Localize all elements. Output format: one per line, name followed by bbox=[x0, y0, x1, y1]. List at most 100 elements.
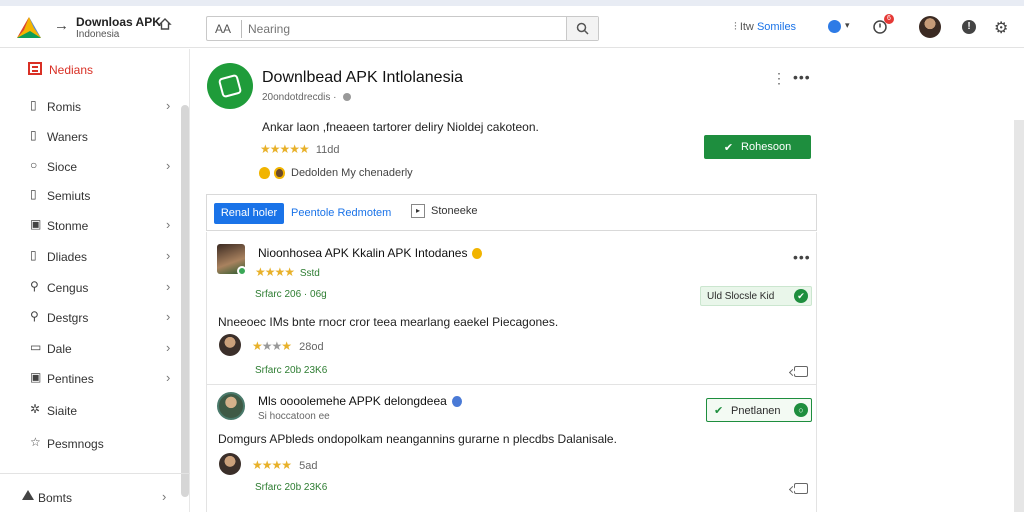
status-badge-label: Pnetlanen bbox=[731, 405, 781, 417]
check-icon: ✔ bbox=[723, 141, 734, 154]
search-input[interactable] bbox=[241, 20, 561, 38]
chevron-right-icon: › bbox=[166, 340, 171, 355]
app-logo-icon[interactable] bbox=[16, 16, 42, 40]
notification-badge: 6 bbox=[884, 14, 894, 24]
tab-link[interactable]: Peentole Redmotem bbox=[291, 207, 391, 219]
sidebar-item[interactable]: ▯ Waners bbox=[0, 124, 182, 148]
tab-third[interactable]: ▸ Stoneeke bbox=[411, 204, 477, 218]
status-badge-label: Uld Slocsle Kid bbox=[707, 291, 775, 302]
more-options-icon[interactable]: ••• bbox=[793, 249, 811, 265]
page-scrollbar[interactable] bbox=[1014, 120, 1024, 512]
star-rating-icon: ★★★★★ bbox=[260, 142, 310, 156]
kebab-menu-icon[interactable]: ⋮ bbox=[772, 70, 786, 87]
comment-date: Srfarc 20b 23K6 bbox=[255, 482, 328, 493]
card-title[interactable]: Mls oooolemehe APPK delongdeea bbox=[258, 394, 462, 408]
home-icon[interactable] bbox=[158, 17, 172, 31]
tab-active[interactable]: Renal holer bbox=[214, 203, 284, 224]
circle-icon: ○ bbox=[30, 158, 38, 172]
sidebar-item[interactable]: ⚲ Destgrs › bbox=[0, 305, 182, 329]
list-item: Nioonhosea APK Kkalin APK Intodanes ★★★★… bbox=[207, 232, 816, 384]
tab-icon: ▸ bbox=[411, 204, 425, 218]
sidebar-item[interactable]: ▣ Stonme › bbox=[0, 213, 182, 237]
trend-link[interactable]: Somiles bbox=[757, 21, 796, 33]
triangle-icon bbox=[22, 490, 34, 500]
sidebar-item[interactable]: ▭ Dale › bbox=[0, 336, 182, 360]
sidebar: Nedians ▯ Romis › ▯ Waners ○ Sioce › ▯ Semiuts ▣ St… bbox=[0, 49, 190, 512]
star-rating-icon: ★★★★ bbox=[252, 339, 292, 353]
star-icon: ☆ bbox=[30, 435, 41, 449]
sidebar-scrollbar[interactable] bbox=[181, 105, 189, 497]
sidebar-item[interactable]: ☆ Pesmnogs bbox=[0, 431, 182, 455]
more-options-icon[interactable]: ••• bbox=[793, 69, 811, 85]
list-item: Mls oooolemehe APPK delongdeea Si hoccat… bbox=[207, 384, 816, 512]
rating-count: 11dd bbox=[315, 144, 340, 156]
comment-date: Srfarc 20b 23K6 bbox=[255, 365, 328, 376]
chevron-right-icon: › bbox=[162, 489, 167, 504]
menu-list-icon bbox=[28, 62, 42, 75]
chevron-right-icon: › bbox=[166, 279, 171, 294]
primary-action-button[interactable]: ✔ Rohesoon bbox=[704, 135, 811, 159]
app-name: Downloas APK bbox=[76, 15, 161, 29]
app-description: Ankar laon ,fneaeen tartorer deliry Niol… bbox=[262, 120, 539, 134]
info-icon[interactable]: ! bbox=[962, 20, 976, 34]
tab-bar: Renal holer Peentole Redmotem ▸ Stoneeke bbox=[206, 194, 817, 231]
check-icon: ✔ bbox=[714, 405, 724, 417]
sidebar-item[interactable]: ✲ Siaite bbox=[0, 398, 182, 422]
page-title: Downlbead APK Intlolanesia bbox=[262, 69, 464, 86]
file-icon: ▯ bbox=[30, 128, 37, 142]
sidebar-item-label: Cengus bbox=[47, 281, 89, 295]
sidebar-item-label: Dale bbox=[47, 342, 72, 356]
text-size-toggle[interactable]: AA bbox=[215, 22, 231, 36]
card-date: Srfarc 206 · 06g bbox=[255, 289, 327, 300]
sidebar-item[interactable]: ○ Sioce › bbox=[0, 154, 182, 178]
status-badge[interactable]: Uld Slocsle Kid ✔ bbox=[700, 286, 812, 306]
sidebar-item[interactable]: ▣ Pentines › bbox=[0, 366, 182, 390]
gear-icon[interactable]: ⚙ bbox=[994, 18, 1008, 38]
app-subtitle: Indonesia bbox=[76, 29, 120, 40]
card-title[interactable]: Nioonhosea APK Kkalin APK Intodanes bbox=[258, 246, 483, 260]
status-badge[interactable]: ✔ Pnetlanen ○ bbox=[706, 398, 812, 422]
commenter-avatar[interactable] bbox=[219, 453, 241, 475]
verified-badge-icon bbox=[237, 266, 247, 276]
chevron-right-icon: › bbox=[166, 98, 171, 113]
check-icon: ✔ bbox=[794, 289, 808, 303]
sidebar-header[interactable]: Nedians bbox=[0, 57, 180, 83]
user-avatar[interactable] bbox=[919, 16, 941, 38]
sidebar-item-label: Siaite bbox=[47, 404, 78, 418]
badge-row: Dedolden My chenaderly bbox=[259, 167, 413, 180]
badge-text: Dedolden My chenaderly bbox=[291, 167, 413, 179]
sidebar-header-label: Nedians bbox=[49, 63, 94, 77]
search-button[interactable] bbox=[566, 17, 598, 40]
comment-rating-count: 5ad bbox=[299, 460, 318, 472]
top-accent-strip bbox=[0, 0, 1024, 6]
search-icon bbox=[576, 22, 589, 35]
review-list: Nioonhosea APK Kkalin APK Intodanes ★★★★… bbox=[206, 232, 817, 512]
search-bar[interactable]: AA bbox=[206, 16, 599, 41]
doc-icon: ▯ bbox=[30, 187, 37, 201]
card-body: Nneeoec IMs bnte rnocr cror teea mearlan… bbox=[218, 315, 559, 329]
sidebar-item[interactable]: ▯ Dliades › bbox=[0, 244, 182, 268]
reply-icon[interactable] bbox=[794, 483, 808, 494]
globe-icon[interactable] bbox=[828, 20, 841, 33]
app-rating: ★★★★★ 11dd bbox=[260, 142, 340, 156]
trend-indicator[interactable]: ⫶ Itw Somiles bbox=[734, 21, 796, 34]
sidebar-item[interactable]: ▯ Semiuts bbox=[0, 183, 182, 207]
star-rating-icon: ★★★★ bbox=[255, 265, 295, 279]
commenter-avatar[interactable] bbox=[219, 334, 241, 356]
sidebar-item[interactable]: ⚲ Cengus › bbox=[0, 275, 182, 299]
card-sub-text: Si hoccatoon ee bbox=[258, 411, 330, 422]
search-icon: ⚲ bbox=[30, 309, 39, 323]
sidebar-footer-item[interactable]: Bomts › bbox=[0, 473, 190, 512]
meta-dot-icon bbox=[342, 93, 351, 102]
box-icon: ▣ bbox=[30, 217, 42, 231]
chevron-right-icon: › bbox=[166, 370, 171, 385]
card-avatar[interactable] bbox=[217, 392, 245, 420]
comment-rating-count: 28od bbox=[299, 341, 324, 353]
back-arrow-icon[interactable]: → bbox=[54, 17, 69, 34]
star-rating-icon: ★★★★ bbox=[252, 458, 292, 472]
trend-icon: ⫶ bbox=[734, 21, 737, 33]
reply-icon[interactable] bbox=[794, 366, 808, 377]
chevron-down-icon[interactable]: ▾ bbox=[845, 20, 850, 31]
app-meta: 20ondotdrecdis · bbox=[262, 92, 351, 103]
sidebar-item[interactable]: ▯ Romis › bbox=[0, 94, 182, 118]
